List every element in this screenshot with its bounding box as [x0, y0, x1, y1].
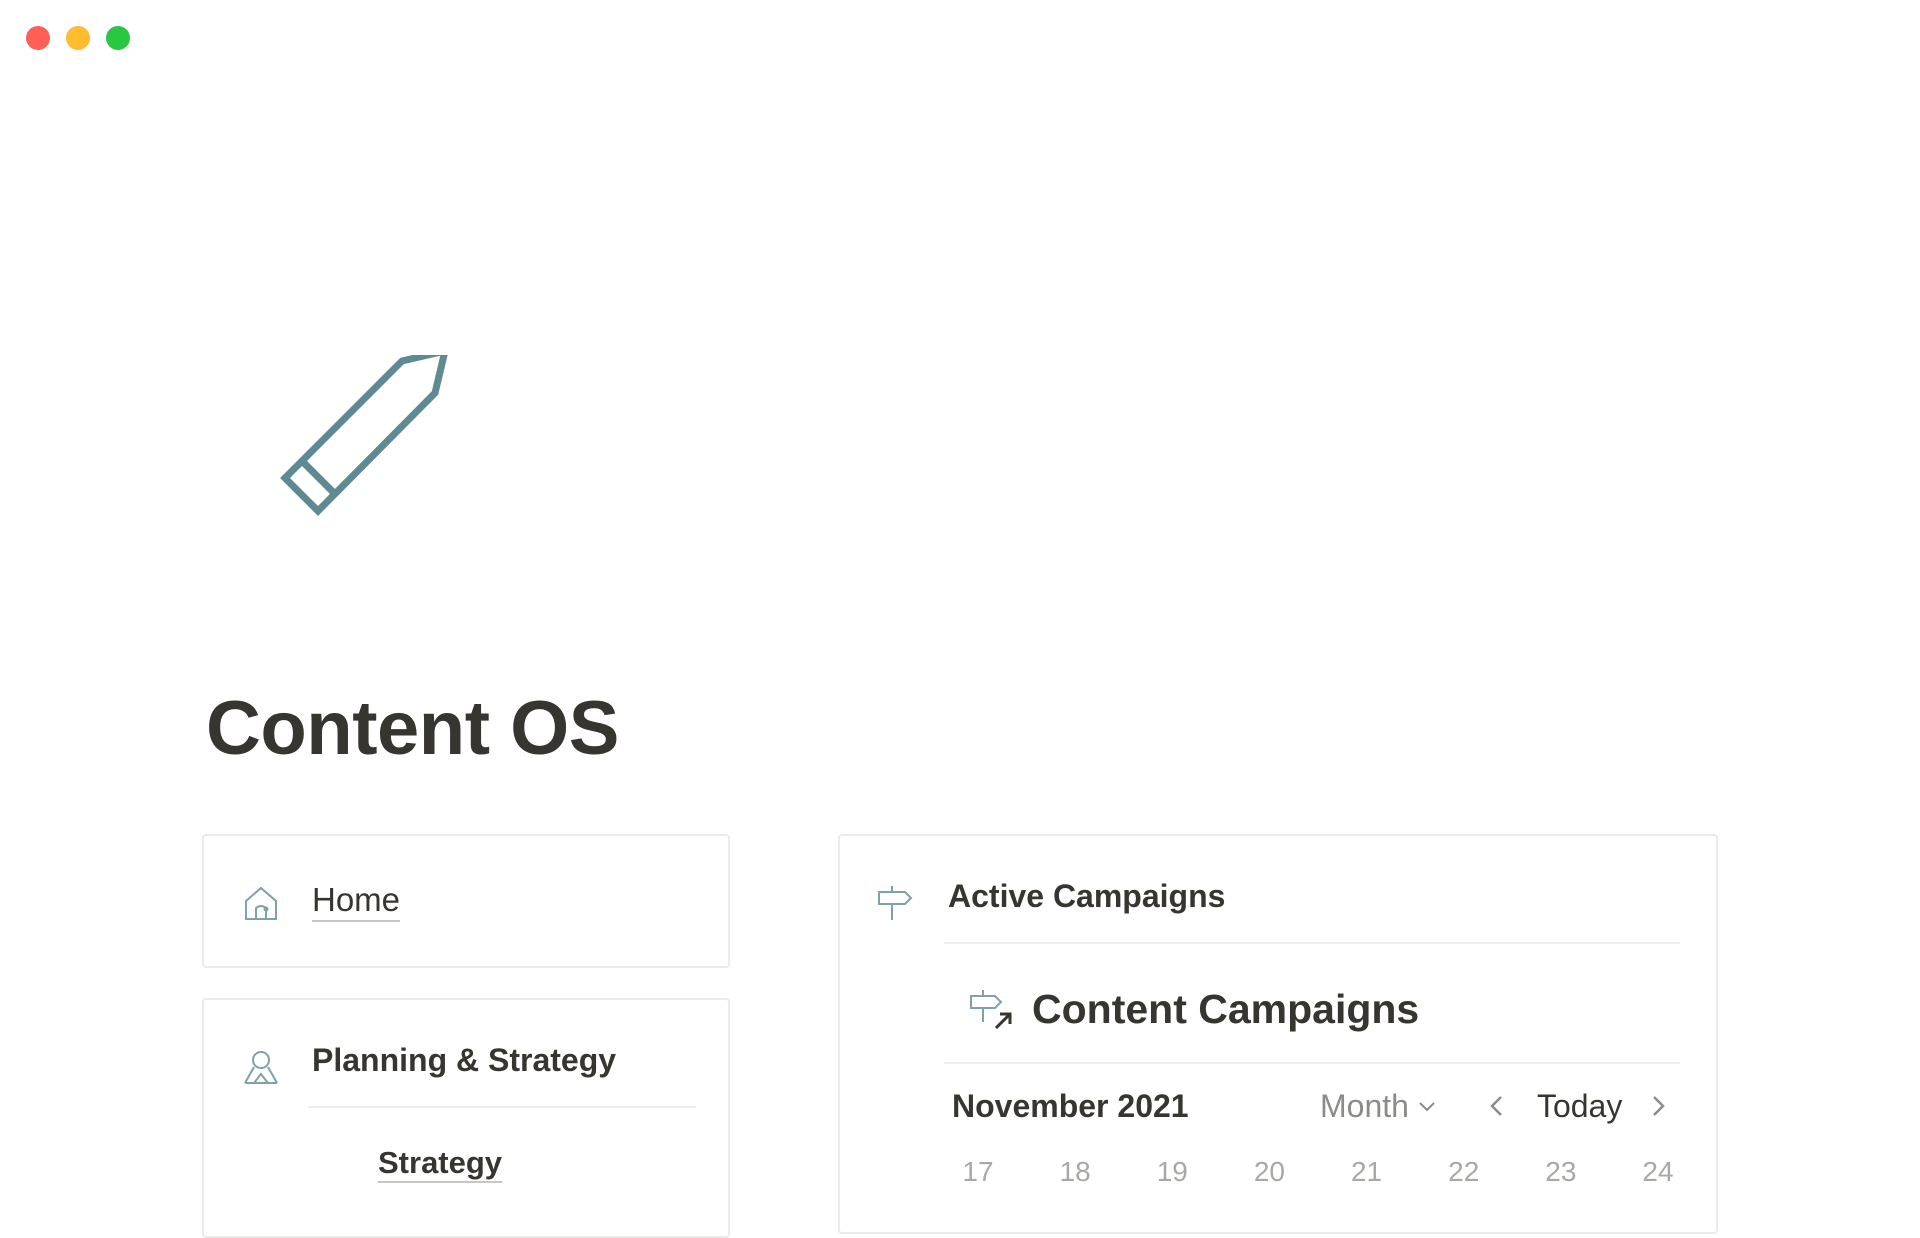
chevron-down-icon [1419, 1102, 1435, 1112]
home-link[interactable]: Home [312, 880, 401, 922]
planning-strategy-card: Planning & Strategy Strategy [202, 998, 730, 1238]
previous-month-button[interactable] [1477, 1086, 1517, 1126]
calendar-day[interactable]: 24 [1628, 1156, 1688, 1188]
signpost-icon [878, 886, 913, 920]
calendar-day-row: 17 18 19 20 21 22 23 24 [948, 1156, 1688, 1188]
calendar-day[interactable]: 23 [1531, 1156, 1591, 1188]
active-campaigns-card: Active Campaigns Content Campaigns Novem… [838, 834, 1718, 1234]
signpost-link-icon [970, 989, 1012, 1029]
calendar-day[interactable]: 17 [948, 1156, 1008, 1188]
page-title: Content OS [206, 686, 619, 771]
today-button[interactable]: Today [1537, 1088, 1622, 1125]
planning-strategy-heading: Planning & Strategy [312, 1042, 617, 1078]
pencil-icon[interactable] [280, 355, 455, 530]
chevron-right-icon [1653, 1096, 1666, 1116]
close-window-button[interactable] [26, 26, 50, 50]
active-campaigns-heading: Active Campaigns [948, 878, 1226, 914]
view-select[interactable]: Month [1320, 1088, 1437, 1125]
chevron-left-icon [1490, 1096, 1502, 1116]
calendar-day[interactable]: 20 [1239, 1156, 1299, 1188]
divider [308, 1106, 696, 1108]
calendar-controls: Month Today [1320, 1086, 1678, 1126]
house-icon [245, 886, 277, 920]
home-card: Home [202, 834, 730, 968]
calendar-day[interactable]: 18 [1045, 1156, 1105, 1188]
calendar-month-label: November 2021 [952, 1088, 1189, 1124]
person-icon [244, 1051, 278, 1084]
strategy-link[interactable]: Strategy [378, 1144, 503, 1184]
divider [944, 1062, 1680, 1064]
calendar-day[interactable]: 21 [1337, 1156, 1397, 1188]
next-month-button[interactable] [1638, 1086, 1678, 1126]
calendar-day[interactable]: 19 [1142, 1156, 1202, 1188]
view-select-label: Month [1320, 1087, 1409, 1124]
minimize-window-button[interactable] [66, 26, 90, 50]
zoom-window-button[interactable] [106, 26, 130, 50]
window-controls [26, 26, 130, 50]
calendar-day[interactable]: 22 [1434, 1156, 1494, 1188]
database-title-row[interactable]: Content Campaigns [968, 986, 1419, 1033]
database-title[interactable]: Content Campaigns [1032, 986, 1419, 1033]
divider [944, 942, 1680, 944]
